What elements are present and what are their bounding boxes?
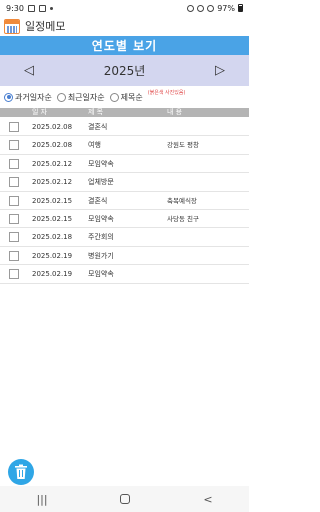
status-bar: 9:30 97% xyxy=(0,0,249,16)
home-button[interactable] xyxy=(120,494,131,504)
sort-option-label: 최근일자순 xyxy=(67,92,105,102)
sort-option-label: 과거일자순 xyxy=(15,92,52,102)
row-content: 사당동 친구 xyxy=(167,214,199,223)
battery-percent: 97% xyxy=(217,3,235,13)
app-bar: 일정메모 xyxy=(0,16,249,36)
row-date: 2025.02.19 xyxy=(32,270,73,279)
row-date: 2025.02.18 xyxy=(32,233,73,242)
gallery-notification-icon xyxy=(27,4,35,12)
system-nav-bar: ||| < xyxy=(0,486,249,512)
next-year-button[interactable]: ▷ xyxy=(215,63,225,78)
notification-dot-icon xyxy=(49,6,53,10)
row-title: 결혼식 xyxy=(88,123,108,131)
row-date: 2025.02.15 xyxy=(32,214,73,223)
table-header: 일 자 제 목 내 용 xyxy=(0,108,249,117)
table-row[interactable]: 2025.02.15 결혼식 축복예식장 xyxy=(0,192,249,210)
row-title: 모임약속 xyxy=(88,159,114,168)
row-title: 업체방문 xyxy=(88,178,114,187)
row-checkbox[interactable] xyxy=(9,177,19,188)
dnd-icon xyxy=(207,4,215,12)
back-button[interactable]: < xyxy=(203,493,212,506)
table-row[interactable]: 2025.02.08 결혼식 xyxy=(0,118,249,137)
year-selector: ◁ 2025년 ▷ xyxy=(0,55,249,86)
table-row[interactable]: 2025.02.12 업체방문 xyxy=(0,173,249,192)
row-date: 2025.02.19 xyxy=(32,251,73,260)
row-checkbox[interactable] xyxy=(9,269,19,280)
row-checkbox[interactable] xyxy=(9,250,19,261)
row-checkbox[interactable] xyxy=(9,232,19,243)
row-title: 여행 xyxy=(88,141,101,150)
app-title: 일정메모 xyxy=(25,20,66,33)
radio-icon[interactable] xyxy=(109,92,119,102)
radio-icon[interactable] xyxy=(56,92,66,102)
delete-button[interactable] xyxy=(8,459,34,485)
header-content: 내 용 xyxy=(167,108,183,116)
table-row[interactable]: 2025.02.08 여행 강원도 평창 xyxy=(0,136,249,155)
year-label: 2025년 xyxy=(103,64,146,78)
status-time: 9:30 xyxy=(6,3,24,13)
sort-option-recent[interactable]: 최근일자순 xyxy=(56,92,105,103)
schedule-list: 2025.02.08 결혼식 2025.02.08 여행 강원도 평창 2025.02… xyxy=(0,118,249,284)
status-right: 97% xyxy=(187,4,243,13)
trash-icon xyxy=(15,464,27,479)
prev-year-button[interactable]: ◁ xyxy=(24,63,34,78)
radio-selected-icon[interactable] xyxy=(4,92,13,102)
sort-option-title[interactable]: 제목순 xyxy=(109,92,143,103)
alarm-icon xyxy=(187,4,195,12)
status-left: 9:30 xyxy=(6,4,53,13)
sort-option-past[interactable]: 과거일자순 xyxy=(4,92,52,103)
row-title: 모임약속 xyxy=(88,214,114,223)
row-date: 2025.02.12 xyxy=(32,178,73,187)
recents-button[interactable]: ||| xyxy=(36,493,47,506)
row-date: 2025.02.15 xyxy=(32,196,73,205)
table-row[interactable]: 2025.02.12 모임약속 xyxy=(0,155,249,174)
table-row[interactable]: 2025.02.19 병원가기 xyxy=(0,247,249,266)
row-checkbox[interactable] xyxy=(9,158,19,169)
row-date: 2025.02.12 xyxy=(32,159,73,168)
battery-icon xyxy=(238,4,243,12)
row-title: 주간회의 xyxy=(88,233,114,242)
header-date: 일 자 xyxy=(32,108,48,116)
sort-option-label: 제목순 xyxy=(120,92,143,102)
table-row[interactable]: 2025.02.18 주간회의 xyxy=(0,228,249,247)
row-title: 결혼식 xyxy=(88,196,108,205)
row-checkbox[interactable] xyxy=(9,140,19,151)
wifi-icon xyxy=(197,4,205,12)
row-checkbox[interactable] xyxy=(9,195,19,206)
sort-options: 과거일자순 최근일자순 제목순 (붉은색 사진있음) xyxy=(0,89,249,105)
row-title: 병원가기 xyxy=(88,251,114,260)
table-row[interactable]: 2025.02.19 모임약속 xyxy=(0,265,249,284)
row-date: 2025.02.08 xyxy=(32,123,73,131)
row-content: 강원도 평창 xyxy=(167,141,199,150)
row-checkbox[interactable] xyxy=(9,122,19,132)
row-title: 모임약속 xyxy=(88,270,114,279)
photo-note: (붉은색 사진있음) xyxy=(147,90,186,96)
header-title: 제 목 xyxy=(88,108,104,116)
row-checkbox[interactable] xyxy=(9,213,19,224)
calendar-icon xyxy=(4,18,20,34)
row-date: 2025.02.08 xyxy=(32,141,73,150)
calendar-notification-icon xyxy=(38,4,46,12)
table-row[interactable]: 2025.02.15 모임약속 사당동 친구 xyxy=(0,210,249,229)
view-banner: 연도별 보기 xyxy=(0,36,249,55)
row-content: 축복예식장 xyxy=(167,196,197,205)
